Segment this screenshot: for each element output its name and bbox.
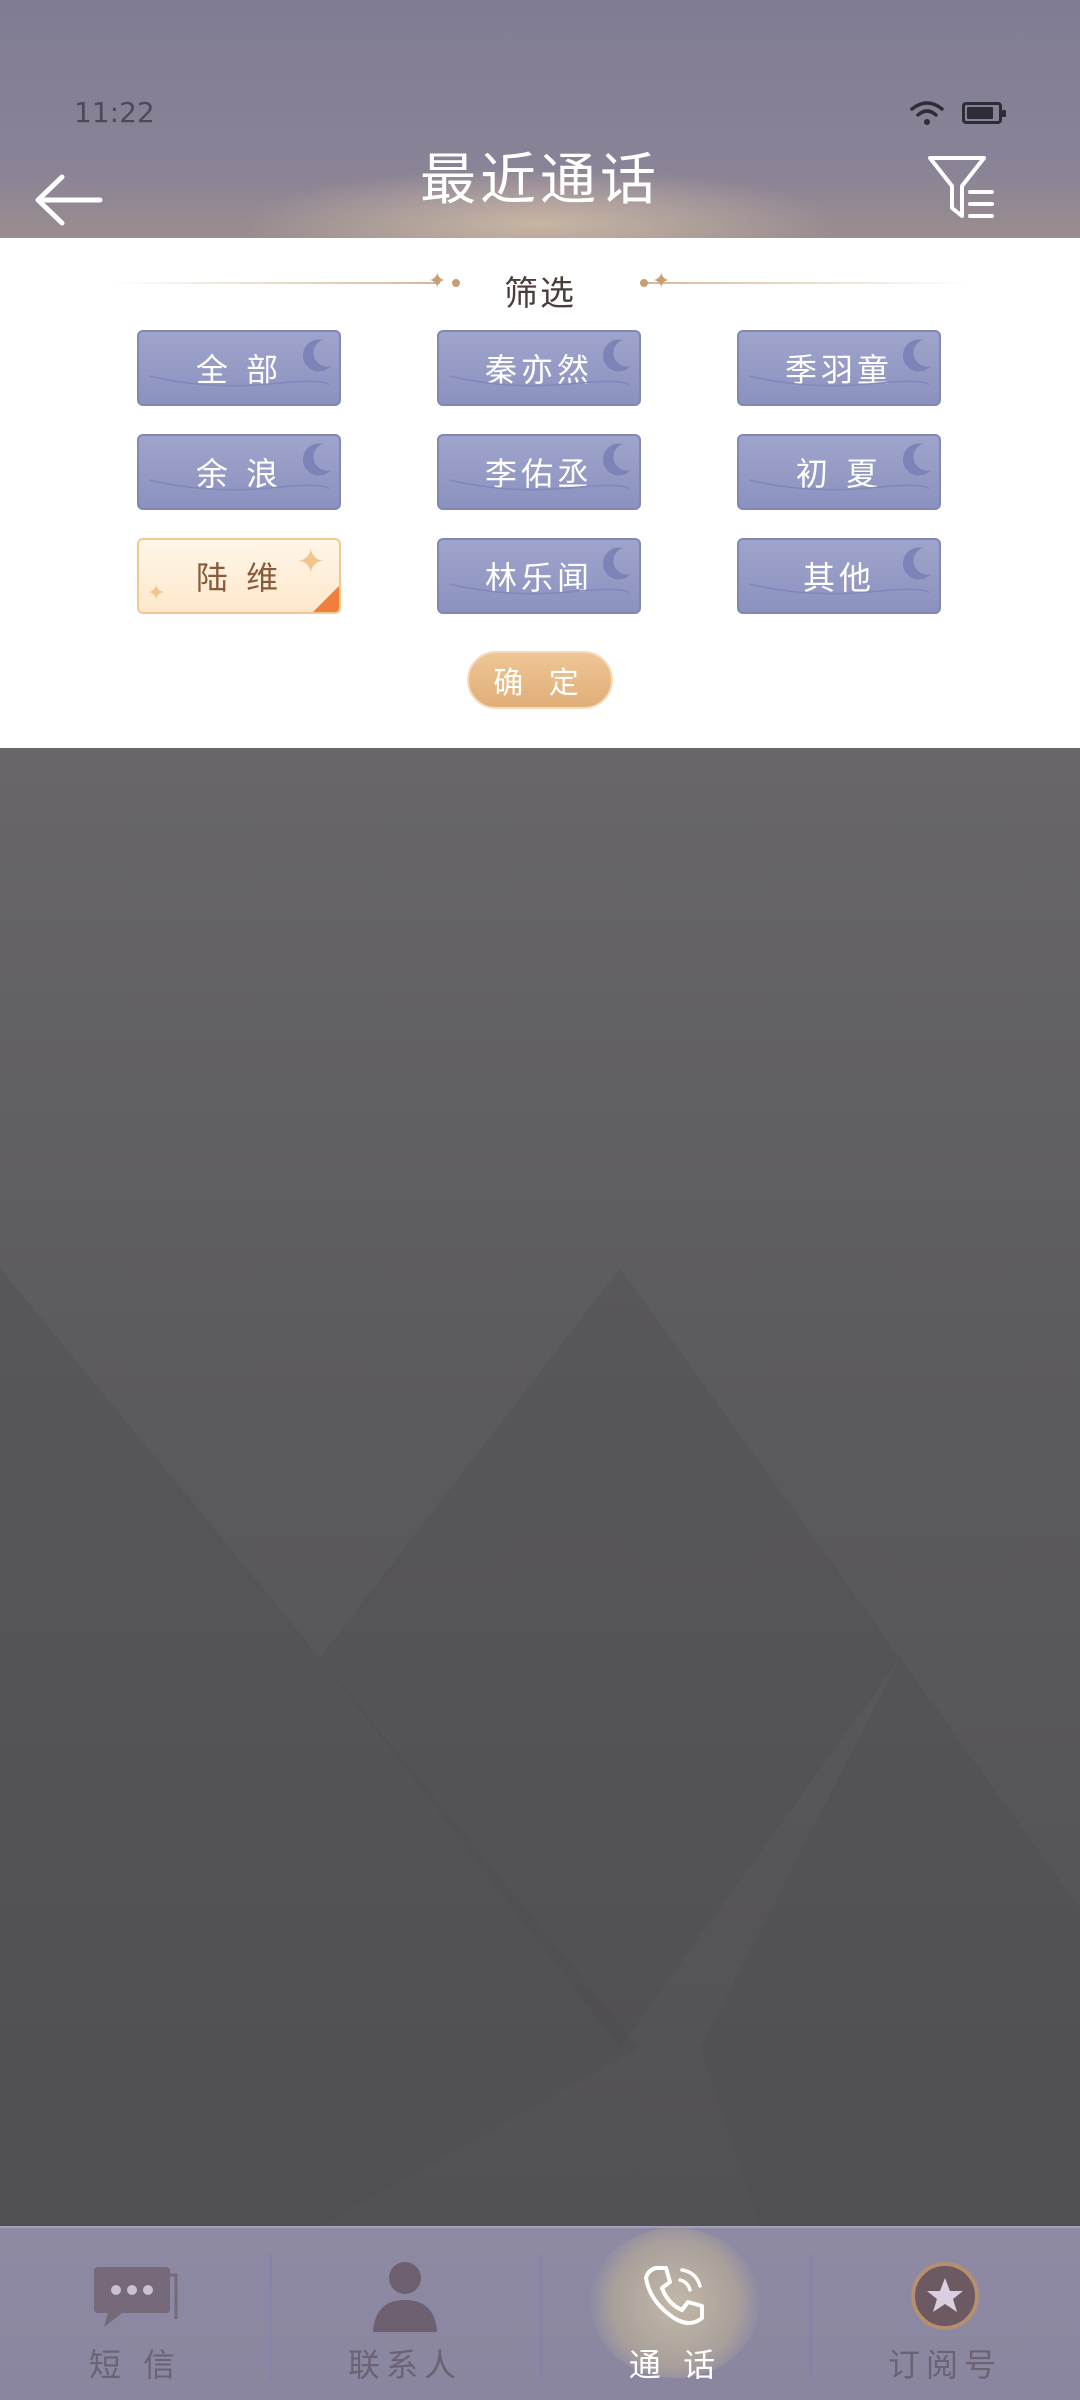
wifi-icon <box>910 101 944 125</box>
status-icons <box>910 100 1006 126</box>
filter-option-other[interactable]: 其他 <box>737 538 941 614</box>
header: 11:22 最近通话 <box>0 0 1080 238</box>
filter-option-lin-lewen[interactable]: 林乐闻 <box>437 538 641 614</box>
sparkle-icon: ✦ <box>296 542 329 582</box>
page-title: 最近通话 <box>420 148 660 213</box>
selected-corner-badge <box>313 586 339 612</box>
moon-icon <box>902 547 931 580</box>
sparkle-icon: ✦ <box>147 581 170 606</box>
dim-overlay[interactable] <box>0 748 1080 2226</box>
filter-option-yu-lang[interactable]: 余 浪 <box>137 434 341 510</box>
trail-decoration <box>449 479 629 491</box>
nav-label: 联系人 <box>347 2346 462 2384</box>
message-icon <box>90 2258 180 2334</box>
filter-option-ji-yutong[interactable]: 季羽童 <box>737 330 941 406</box>
nav-item-calls[interactable]: 通 话 <box>540 2228 810 2400</box>
moon-icon <box>902 339 931 372</box>
moon-icon <box>602 339 631 372</box>
bottom-nav: 短 信 联系人 通 话 订阅号 <box>0 2226 1080 2400</box>
filter-option-all[interactable]: 全 部 <box>137 330 341 406</box>
filter-panel: ✦ ✦ 筛选 全 部 秦亦然 季羽童 余 浪 李佑丞 初 夏 ✦ ✦ 陆 维 林… <box>0 238 1080 748</box>
moon-icon <box>302 443 331 476</box>
trail-decoration <box>749 375 929 387</box>
star-badge-icon <box>900 2258 990 2334</box>
filter-option-lu-wei[interactable]: ✦ ✦ 陆 维 <box>137 538 341 614</box>
moon-icon <box>602 547 631 580</box>
trail-decoration <box>149 479 329 491</box>
trail-decoration <box>749 479 929 491</box>
filter-panel-header: 筛选 <box>0 260 1080 320</box>
moon-icon <box>902 443 931 476</box>
filter-button[interactable] <box>926 152 1000 228</box>
background-pattern <box>0 1268 1080 2226</box>
trail-decoration <box>149 375 329 387</box>
filter-option-label: 陆 维 <box>195 559 283 597</box>
battery-icon <box>962 102 1006 124</box>
nav-label: 短 信 <box>88 2346 182 2384</box>
filter-option-chu-xia[interactable]: 初 夏 <box>737 434 941 510</box>
contact-icon <box>360 2258 450 2334</box>
nav-item-messages[interactable]: 短 信 <box>0 2228 270 2400</box>
nav-label: 订阅号 <box>887 2346 1002 2384</box>
trail-decoration <box>449 583 629 595</box>
nav-label: 通 话 <box>628 2346 722 2384</box>
nav-item-subscriptions[interactable]: 订阅号 <box>810 2228 1080 2400</box>
filter-panel-title: 筛选 <box>504 273 576 314</box>
moon-icon <box>602 443 631 476</box>
trail-decoration <box>449 375 629 387</box>
trail-decoration <box>749 583 929 595</box>
filter-option-qin-yiran[interactable]: 秦亦然 <box>437 330 641 406</box>
status-time: 11:22 <box>74 96 155 129</box>
nav-item-contacts[interactable]: 联系人 <box>270 2228 540 2400</box>
phone-icon <box>630 2258 720 2334</box>
filter-option-li-youcheng[interactable]: 李佑丞 <box>437 434 641 510</box>
confirm-button[interactable]: 确 定 <box>467 651 613 709</box>
filter-options: 全 部 秦亦然 季羽童 余 浪 李佑丞 初 夏 ✦ ✦ 陆 维 林乐闻 其他 <box>137 330 943 614</box>
moon-icon <box>302 339 331 372</box>
